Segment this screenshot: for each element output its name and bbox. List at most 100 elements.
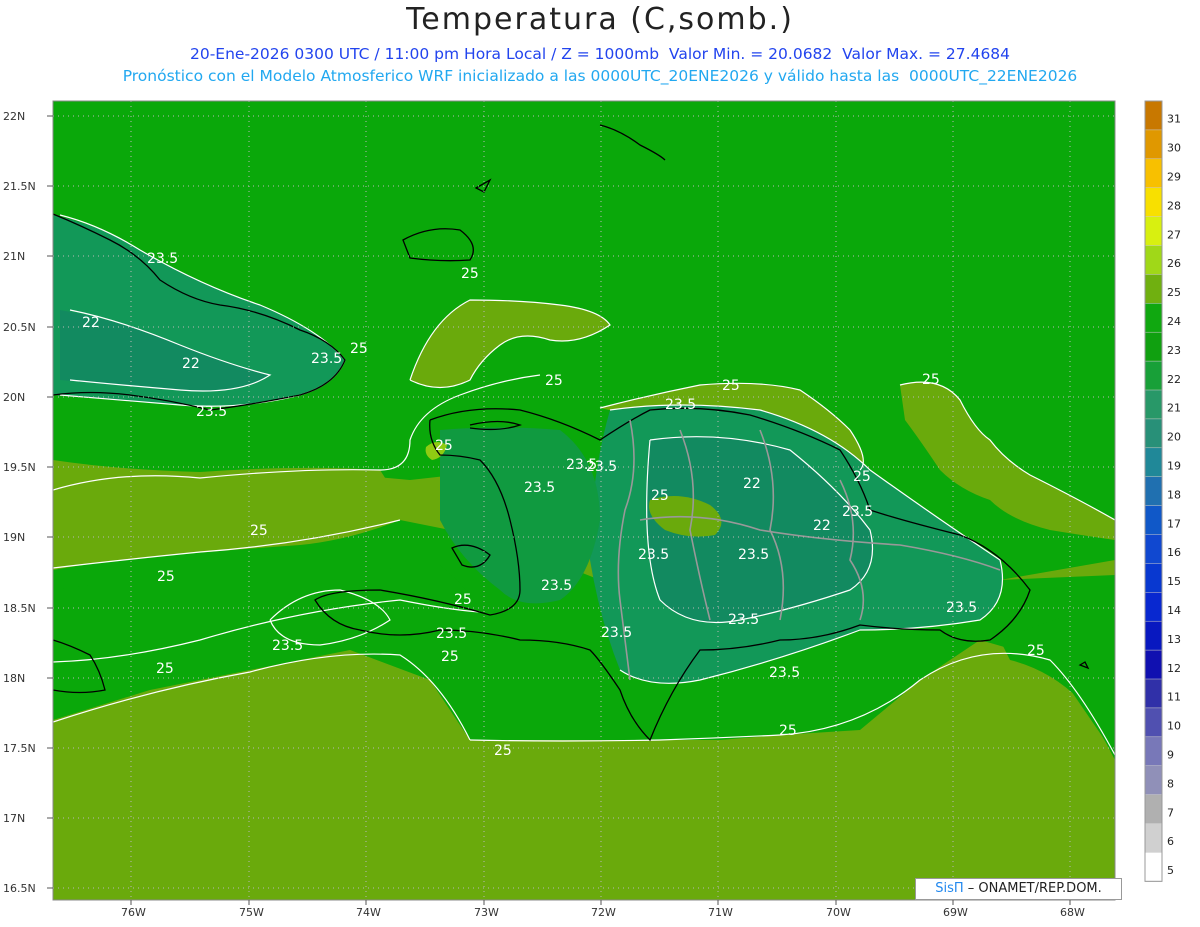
colorbar: 31 30 29 28 27 26 25 24 23 22 21 20 19 18 17 16 15 14 13 12… bbox=[1144, 100, 1181, 882]
contour-label: 25 bbox=[156, 661, 174, 677]
colorbar-label: 30 bbox=[1167, 142, 1181, 155]
lon-label: 72W bbox=[591, 906, 616, 919]
colorbar-label: 23 bbox=[1167, 344, 1181, 357]
colorbar-swatch bbox=[1144, 649, 1163, 680]
colorbar-label: 16 bbox=[1167, 546, 1181, 559]
brand-logo-text: SisΠ bbox=[935, 881, 964, 896]
contour-label: 22 bbox=[182, 356, 200, 372]
contour-label: 25 bbox=[779, 723, 797, 739]
colorbar-swatch bbox=[1144, 418, 1163, 449]
colorbar-swatch bbox=[1144, 389, 1163, 420]
colorbar-label: 22 bbox=[1167, 373, 1181, 386]
lat-label: 19N bbox=[3, 531, 25, 544]
colorbar-label: 20 bbox=[1167, 431, 1181, 444]
lat-label: 17.5N bbox=[3, 742, 36, 755]
contour-label: 23.5 bbox=[842, 504, 873, 520]
colorbar-swatch bbox=[1144, 678, 1163, 709]
colorbar-label: 26 bbox=[1167, 257, 1181, 270]
contour-label: 25 bbox=[722, 378, 740, 394]
contour-label: 25 bbox=[441, 649, 459, 665]
colorbar-label: 9 bbox=[1167, 749, 1174, 762]
colorbar-swatch bbox=[1144, 736, 1163, 767]
colorbar-swatch bbox=[1144, 216, 1163, 247]
lat-label: 21.5N bbox=[3, 180, 36, 193]
colorbar-swatch bbox=[1144, 505, 1163, 536]
colorbar-swatch bbox=[1144, 707, 1163, 738]
colorbar-label: 27 bbox=[1167, 228, 1181, 241]
colorbar-swatch bbox=[1144, 303, 1163, 333]
lon-label: 71W bbox=[708, 906, 733, 919]
colorbar-label: 6 bbox=[1167, 835, 1174, 848]
contour-label: 23.5 bbox=[524, 480, 555, 496]
contour-label: 22 bbox=[813, 518, 831, 534]
colorbar-swatch bbox=[1144, 563, 1163, 593]
contour-label: 22 bbox=[743, 476, 761, 492]
contour-label: 25 bbox=[853, 469, 871, 485]
contour-label: 23.5 bbox=[738, 547, 769, 563]
colorbar-swatch bbox=[1144, 331, 1163, 362]
credit-box: SisΠ – ONAMET/REP.DOM. bbox=[915, 878, 1122, 900]
longitude-ticks bbox=[130, 900, 1071, 905]
colorbar-swatch bbox=[1144, 187, 1163, 218]
contour-label: 25 bbox=[545, 373, 563, 389]
colorbar-label: 13 bbox=[1167, 633, 1181, 646]
colorbar-label: 21 bbox=[1167, 402, 1181, 415]
lat-label: 18N bbox=[3, 672, 25, 685]
lat-label: 20.5N bbox=[3, 321, 36, 334]
colorbar-swatch bbox=[1144, 823, 1163, 853]
contour-label: 23.5 bbox=[586, 459, 617, 475]
contour-label: 25 bbox=[651, 488, 669, 504]
colorbar-swatch bbox=[1144, 274, 1163, 304]
lat-label: 16.5N bbox=[3, 882, 36, 895]
colorbar-label: 24 bbox=[1167, 315, 1181, 328]
lat-label: 18.5N bbox=[3, 602, 36, 615]
lat-label: 19.5N bbox=[3, 461, 36, 474]
colorbar-swatch bbox=[1144, 852, 1163, 882]
contour-label: 25 bbox=[454, 592, 472, 608]
colorbar-swatch bbox=[1144, 245, 1163, 275]
contour-label: 23.5 bbox=[601, 625, 632, 641]
colorbar-swatch bbox=[1144, 476, 1163, 507]
contour-label: 25 bbox=[922, 372, 940, 388]
colorbar-swatch bbox=[1144, 794, 1163, 825]
colorbar-label: 7 bbox=[1167, 806, 1174, 819]
colorbar-swatch bbox=[1144, 129, 1163, 160]
contour-label: 23.5 bbox=[541, 578, 572, 594]
lon-label: 69W bbox=[943, 906, 968, 919]
contour-label: 23.5 bbox=[311, 351, 342, 367]
lat-label: 17N bbox=[3, 812, 25, 825]
colorbar-label: 31 bbox=[1167, 113, 1181, 126]
contour-label: 22 bbox=[82, 315, 100, 331]
colorbar-label: 12 bbox=[1167, 662, 1181, 675]
latitude-axis: 22N 21.5N 21N 20.5N 20N 19.5N 19N 18.5N … bbox=[3, 110, 36, 895]
temperature-map: 23.5 22 22 23.5 23.5 25 25 25 25 25 23.5… bbox=[3, 100, 1181, 919]
latitude-ticks bbox=[47, 115, 53, 889]
credit-text: – ONAMET/REP.DOM. bbox=[963, 881, 1102, 896]
colorbar-label: 18 bbox=[1167, 488, 1181, 501]
colorbar-label: 17 bbox=[1167, 517, 1181, 530]
lon-label: 70W bbox=[826, 906, 851, 919]
colorbar-label: 11 bbox=[1167, 691, 1181, 704]
lat-label: 21N bbox=[3, 250, 25, 263]
contour-label: 25 bbox=[494, 743, 512, 759]
colorbar-label: 25 bbox=[1167, 286, 1181, 299]
colorbar-label: 28 bbox=[1167, 199, 1181, 212]
contour-label: 25 bbox=[1027, 643, 1045, 659]
contour-label: 25 bbox=[461, 266, 479, 282]
lat-label: 22N bbox=[3, 110, 25, 123]
contour-label: 23.5 bbox=[147, 251, 178, 267]
colorbar-label: 8 bbox=[1167, 777, 1174, 790]
colorbar-label: 15 bbox=[1167, 575, 1181, 588]
contour-label: 23.5 bbox=[436, 626, 467, 642]
contour-label: 23.5 bbox=[196, 404, 227, 420]
colorbar-swatch bbox=[1144, 158, 1163, 189]
contour-label: 25 bbox=[250, 523, 268, 539]
colorbar-label: 10 bbox=[1167, 720, 1181, 733]
lon-label: 68W bbox=[1060, 906, 1085, 919]
lon-label: 76W bbox=[121, 906, 146, 919]
contour-label: 25 bbox=[435, 438, 453, 454]
colorbar-label: 19 bbox=[1167, 460, 1181, 473]
contour-label: 23.5 bbox=[946, 600, 977, 616]
colorbar-swatch bbox=[1144, 100, 1163, 131]
colorbar-swatch bbox=[1144, 360, 1163, 391]
